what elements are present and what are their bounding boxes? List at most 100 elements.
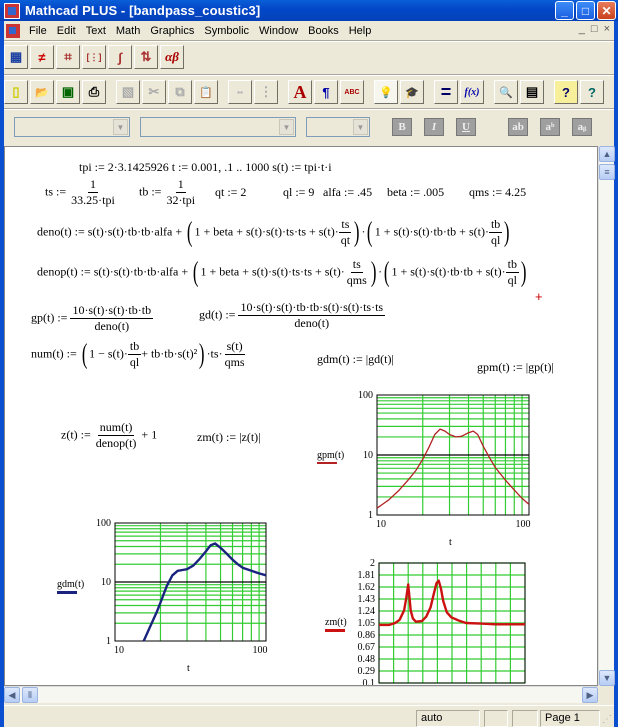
tutorial-button[interactable]: 🎓: [400, 80, 424, 104]
chevron-up-icon: ▲: [602, 149, 612, 159]
menu-edit[interactable]: Edit: [52, 25, 81, 37]
pilcrow-icon: ¶: [322, 84, 330, 100]
gpm-y-tick-label: 1: [368, 510, 373, 521]
insert-text-button[interactable]: A: [288, 80, 312, 104]
calculus-icon: ∫: [118, 49, 122, 65]
worksheet[interactable]: tpi := 2·3.1425926 t := 0.001, .1 .. 100…: [4, 146, 598, 686]
style-combo[interactable]: ▼: [14, 117, 130, 137]
resource-icon: ▤: [525, 84, 539, 99]
lightbulb-icon: 💡: [379, 86, 393, 99]
scroll-down-button[interactable]: ▼: [599, 670, 615, 686]
check-button[interactable]: ▧: [116, 80, 140, 104]
horizontal-scrollbar[interactable]: ◀ ⦀ ▶: [4, 686, 598, 703]
zoom-button[interactable]: 🔍: [494, 80, 518, 104]
zm-trace-label: zm(t): [325, 617, 347, 632]
greek-palette-button[interactable]: αβ: [160, 45, 184, 69]
gpm-trace-label: gpm(t): [317, 450, 344, 464]
programming-palette-button[interactable]: ⇅: [134, 45, 158, 69]
context-help-button[interactable]: ?: [554, 80, 578, 104]
lightbulb-button[interactable]: 💡: [374, 80, 398, 104]
doc-restore-button[interactable]: □: [591, 23, 598, 35]
vertical-scrollbar[interactable]: ▲ ≡ ▼: [598, 146, 615, 686]
gpm-x-tick-label: 100: [516, 519, 531, 530]
calculate-button[interactable]: =: [434, 80, 458, 104]
zm-y-tick-label: 1.62: [358, 582, 376, 593]
vertical-scroll-thumb[interactable]: ≡: [599, 164, 615, 180]
doc-close-button[interactable]: ×: [604, 23, 610, 35]
bold-button[interactable]: B: [392, 118, 412, 136]
menu-help[interactable]: Help: [344, 25, 377, 37]
chevron-down-icon[interactable]: ▼: [353, 119, 368, 135]
scroll-right-button[interactable]: ▶: [582, 687, 598, 703]
gdm-y-tick-label: 1: [106, 636, 111, 647]
mathcad-app-icon[interactable]: [4, 2, 20, 19]
matrix-palette-button[interactable]: [⋮]: [82, 45, 106, 69]
gpm-x-tick-label: 10: [376, 519, 386, 530]
horizontal-scroll-thumb[interactable]: ⦀: [22, 687, 38, 703]
menu-text[interactable]: Text: [81, 25, 111, 37]
calculus-palette-button[interactable]: ∫: [108, 45, 132, 69]
function-icon: f(x): [464, 86, 480, 98]
status-cell-2: [484, 710, 508, 727]
resource-center-button[interactable]: ▤: [520, 80, 544, 104]
insert-function-button[interactable]: f(x): [460, 80, 484, 104]
paste-button[interactable]: 📋: [194, 80, 218, 104]
copy-icon: ⧉: [175, 84, 185, 99]
spell-check-button[interactable]: ABC: [340, 80, 364, 104]
gdm-trace-swatch: [57, 591, 77, 594]
palette-toolbar: ▦ ≠ ⌗ [⋮] ∫ ⇅ αβ: [4, 42, 186, 72]
evaluation-icon: ≠: [38, 49, 46, 65]
gpm-trace-swatch: [317, 462, 337, 464]
open-button[interactable]: 📂: [30, 80, 54, 104]
menu-window[interactable]: Window: [254, 25, 303, 37]
menu-file[interactable]: File: [24, 25, 52, 37]
printer-icon: ⎙: [88, 84, 100, 99]
font-combo[interactable]: ▼: [140, 117, 296, 137]
zm-y-tick-label: 2: [370, 558, 375, 569]
minimize-button[interactable]: _: [555, 1, 574, 20]
clipboard-icon: 📋: [199, 86, 213, 99]
chevron-down-icon[interactable]: ▼: [279, 119, 294, 135]
show-regions-button[interactable]: ¶: [314, 80, 338, 104]
subscript-normal-button[interactable]: ab: [508, 118, 528, 136]
cut-button[interactable]: ✂: [142, 80, 166, 104]
close-button[interactable]: ✕: [597, 1, 616, 20]
help-button[interactable]: ?: [580, 80, 604, 104]
calculator-palette-button[interactable]: ▦: [4, 45, 28, 69]
superscript-button[interactable]: aᵇ: [540, 118, 560, 136]
save-button[interactable]: ▣: [56, 80, 80, 104]
chevron-down-icon[interactable]: ▼: [113, 119, 128, 135]
zm-y-tick-label: 0.1: [363, 678, 376, 686]
toolbar-divider: [4, 74, 614, 76]
toolbar-divider: [4, 108, 614, 110]
chevron-right-icon: ▶: [586, 689, 594, 700]
zm-y-tick-label: 0.86: [358, 630, 376, 641]
size-combo[interactable]: ▼: [306, 117, 370, 137]
menu-graphics[interactable]: Graphics: [145, 25, 199, 37]
align-down-button[interactable]: ⋮: [254, 80, 278, 104]
evaluation-palette-button[interactable]: ≠: [30, 45, 54, 69]
menu-symbolic[interactable]: Symbolic: [199, 25, 254, 37]
menu-books[interactable]: Books: [303, 25, 344, 37]
graph-palette-button[interactable]: ⌗: [56, 45, 80, 69]
italic-button[interactable]: I: [424, 118, 444, 136]
resize-grip-icon[interactable]: ⋰: [602, 714, 612, 725]
subscript-button[interactable]: aᵦ: [572, 118, 592, 136]
scroll-left-button[interactable]: ◀: [4, 687, 20, 703]
gpm-y-tick-label: 10: [363, 450, 373, 461]
zm-y-tick-label: 1.24: [358, 606, 376, 617]
window-border-right: [614, 21, 618, 727]
align-across-icon: ▪▪: [237, 87, 243, 97]
gdm-trace-label: gdm(t): [57, 579, 84, 594]
maximize-button[interactable]: □: [576, 1, 595, 20]
scroll-up-button[interactable]: ▲: [599, 146, 615, 162]
new-button[interactable]: ▯: [4, 80, 28, 104]
gdm-x-tick-label: 10: [114, 645, 124, 656]
align-across-button[interactable]: ▪▪: [228, 80, 252, 104]
document-icon[interactable]: [6, 23, 20, 38]
underline-button[interactable]: U: [456, 118, 476, 136]
doc-minimize-button[interactable]: _: [579, 23, 585, 35]
copy-button[interactable]: ⧉: [168, 80, 192, 104]
menu-math[interactable]: Math: [111, 25, 145, 37]
print-button[interactable]: ⎙: [82, 80, 106, 104]
